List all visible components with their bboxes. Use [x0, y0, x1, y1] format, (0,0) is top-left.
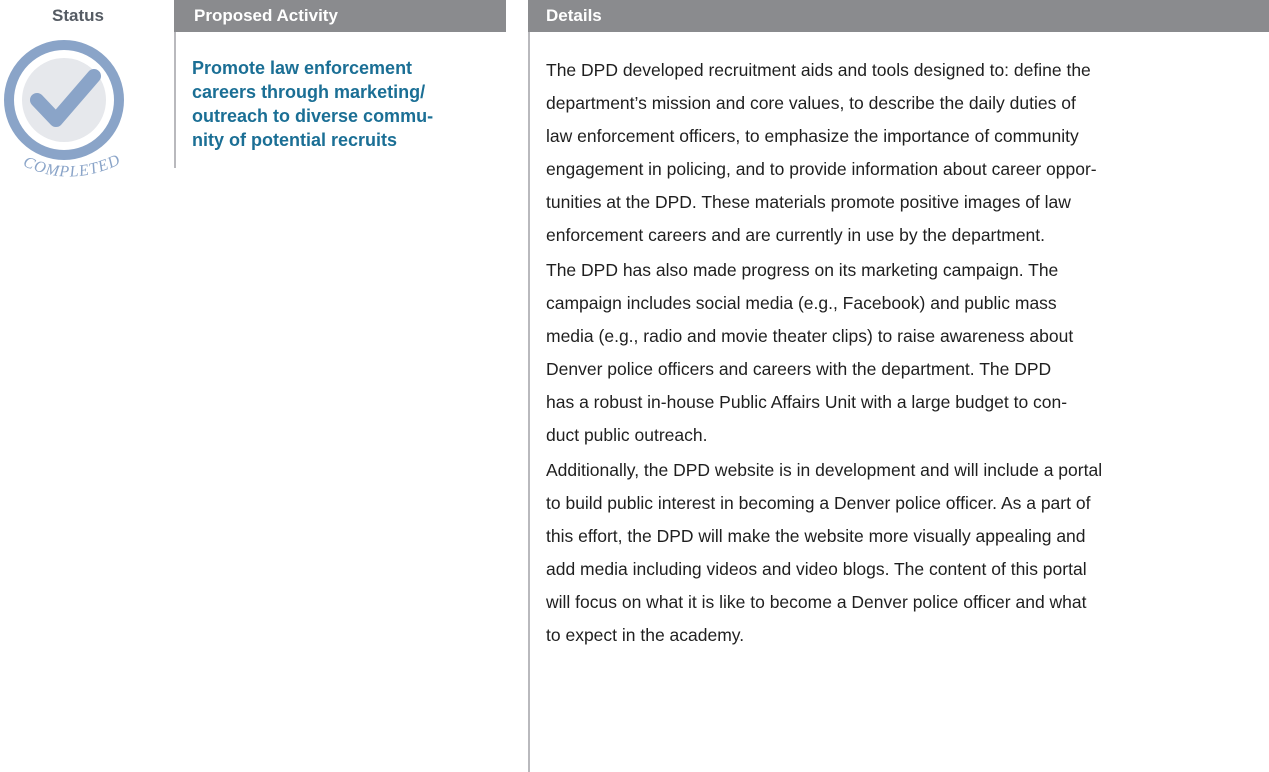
status-column-header: Status [52, 6, 104, 25]
details-line: law enforcement officers, to emphasize t… [546, 126, 1079, 146]
activity-title-line: careers through marketing/ [192, 82, 426, 102]
details-line: this effort, the DPD will make the websi… [546, 526, 1086, 546]
proposed-activity-column-header: Proposed Activity [174, 0, 506, 32]
activity-title-line: outreach to diverse commu- [192, 106, 434, 126]
details-line: to build public interest in becoming a D… [546, 493, 1091, 513]
details-line: enforcement careers and are currently in… [546, 225, 1046, 245]
activity-title-line: Promote law enforcement [192, 58, 413, 78]
details-line: engagement in policing, and to provide i… [546, 159, 1097, 179]
activity-column-divider [174, 32, 176, 168]
details-column-header: Details [528, 0, 1269, 32]
activity-title-line: nity of potential recruits [192, 130, 398, 150]
details-line: campaign includes social media (e.g., Fa… [546, 293, 1057, 313]
details-line: add media including videos and video blo… [546, 559, 1087, 579]
details-paragraph-1: The DPD developed recruitment aids and t… [546, 54, 1246, 252]
details-text: The DPD developed recruitment aids and t… [546, 54, 1246, 654]
details-line: will focus on what it is like to become … [546, 592, 1087, 612]
details-line: The DPD has also made progress on its ma… [546, 260, 1059, 280]
details-line: has a robust in-house Public Affairs Uni… [546, 392, 1068, 412]
details-paragraph-2: The DPD has also made progress on its ma… [546, 254, 1246, 452]
completed-status-badge: COMPLETED [4, 40, 124, 181]
details-column-divider [528, 32, 530, 772]
details-line: tunities at the DPD. These materials pro… [546, 192, 1071, 212]
details-line: department’s mission and core values, to… [546, 93, 1076, 113]
details-line: to expect in the academy. [546, 625, 745, 645]
proposed-activity-title: Promote law enforcement careers through … [192, 56, 492, 152]
details-line: media (e.g., radio and movie theater cli… [546, 326, 1074, 346]
details-line: Denver police officers and careers with … [546, 359, 1052, 379]
details-line: duct public outreach. [546, 425, 708, 445]
details-line: Additionally, the DPD website is in deve… [546, 460, 1103, 480]
details-line: The DPD developed recruitment aids and t… [546, 60, 1091, 80]
details-paragraph-3: Additionally, the DPD website is in deve… [546, 454, 1246, 652]
